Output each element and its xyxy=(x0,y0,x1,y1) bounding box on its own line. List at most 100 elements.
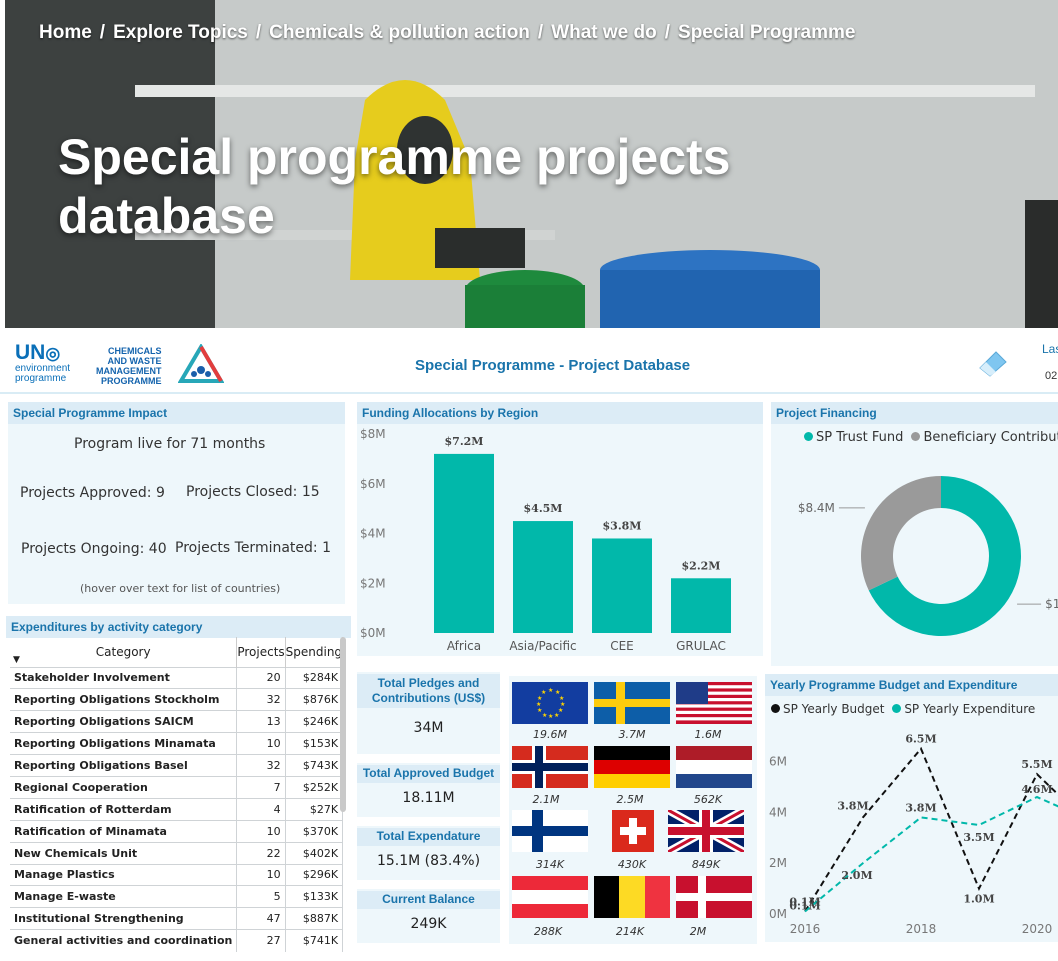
table-row[interactable]: Manage E-waste 5 $133K xyxy=(10,885,344,908)
denmark-flag[interactable] xyxy=(676,876,752,918)
table-row[interactable]: Reporting Obligations SAICM 13 $246K xyxy=(10,710,344,733)
cell-category: Reporting Obligations SAICM xyxy=(10,710,238,733)
sweden-flag[interactable] xyxy=(594,682,670,724)
flag-value: 2.1M xyxy=(532,793,560,806)
table-row[interactable]: Ratification of Minamata 10 $370K xyxy=(10,819,344,843)
table-row[interactable]: New Chemicals Unit 22 $402K xyxy=(10,841,344,865)
point-data-label: 0.1M xyxy=(789,899,820,912)
x-tick-label: 2018 xyxy=(906,922,937,936)
projects-ongoing-text[interactable]: Projects Ongoing: 40 xyxy=(21,541,167,557)
page-title: Special programme projects database xyxy=(58,129,731,244)
column-category[interactable]: Category ▼ xyxy=(10,637,238,667)
funding-bar-chart: $0M $2M $4M $6M $8M $7.2M Africa $4.5M Asia/Paci… xyxy=(360,427,731,653)
point-data-label: 2.0M xyxy=(841,869,872,882)
norway-flag[interactable] xyxy=(512,746,588,788)
cell-category: Regional Cooperation xyxy=(10,775,238,799)
table-row[interactable]: Reporting Obligations Minamata 10 $153K xyxy=(10,732,344,755)
breadcrumb-chemicals[interactable]: Chemicals & pollution action xyxy=(269,22,530,43)
projects-closed-text[interactable]: Projects Closed: 15 xyxy=(186,484,320,500)
yearly-panel: SP Yearly Budget SP Yearly Expenditure 0… xyxy=(765,696,1058,942)
un-environment-logo: UN◎ environment programme xyxy=(15,341,71,384)
donut-slice xyxy=(861,476,941,591)
expenditures-table: Category ▼ Projects Spending Stakeholder … xyxy=(10,637,344,952)
eu-flag[interactable]: ★ ★ ★ ★ ★ ★ ★ ★ ★ ★ ★ ★ xyxy=(512,682,588,724)
point-data-label: 5.5M xyxy=(1021,758,1052,771)
table-scrollbar[interactable] xyxy=(340,637,346,812)
hero-banner: Home / Explore Topics / Chemicals & pollutio… xyxy=(5,0,1058,328)
cell-spending: $284K xyxy=(285,666,344,689)
cell-spending: $27K xyxy=(285,797,344,821)
table-row[interactable]: Regional Cooperation 7 $252K xyxy=(10,775,344,799)
bar-data-label: $4.5M xyxy=(524,502,563,515)
netherlands-flag[interactable] xyxy=(676,746,752,788)
cwmp-triangle-icon xyxy=(178,344,224,383)
cell-projects: 10 xyxy=(236,732,286,755)
breadcrumb: Home / Explore Topics / Chemicals & pollutio… xyxy=(39,22,855,44)
austria-flag[interactable] xyxy=(512,876,588,918)
flag-value: 2.5M xyxy=(616,793,644,806)
expenditures-header: Expenditures by activity category xyxy=(6,616,351,638)
point-data-label: 1.0M xyxy=(963,893,994,906)
chemicals-waste-programme-logo: CHEMICALS AND WASTE MANAGEMENT PROGRAMME xyxy=(96,346,162,386)
svg-text:★: ★ xyxy=(548,713,553,720)
kpi-pledges-label: Total Pledges and Contributions (US$) xyxy=(357,674,500,708)
point-data-label: 4.6M xyxy=(1021,783,1052,796)
column-projects[interactable]: Projects xyxy=(236,637,286,667)
sort-desc-icon[interactable]: ▼ xyxy=(13,655,20,665)
funding-header: Funding Allocations by Region xyxy=(357,402,763,424)
cell-spending: $252K xyxy=(285,775,344,799)
y-tick-label: $4M xyxy=(360,527,386,541)
flag-value: 19.6M xyxy=(533,728,567,741)
table-row[interactable]: Reporting Obligations Stockholm 32 $876K xyxy=(10,688,344,711)
breadcrumb-separator: / xyxy=(537,22,544,43)
breadcrumb-explore-topics[interactable]: Explore Topics xyxy=(113,22,248,43)
y-tick-label: 2M xyxy=(769,856,787,870)
cell-spending: $876K xyxy=(285,688,344,711)
germany-flag[interactable] xyxy=(594,746,670,788)
y-tick-label: $6M xyxy=(360,477,386,491)
table-row[interactable]: Manage Plastics 10 $296K xyxy=(10,863,344,886)
flag-value: 430K xyxy=(617,858,647,871)
svg-text:★: ★ xyxy=(548,687,553,694)
y-tick-label: 4M xyxy=(769,805,787,819)
financing-header: Project Financing xyxy=(771,402,1058,424)
belgium-flag[interactable] xyxy=(594,876,670,918)
cell-projects: 47 xyxy=(236,907,286,930)
cell-category: Reporting Obligations Basel xyxy=(10,754,238,777)
bar xyxy=(592,538,652,633)
flag-value: 3.7M xyxy=(618,728,646,741)
dashboard: UN◎ environment programme CHEMICALS AND WA… xyxy=(0,332,1058,961)
cell-projects: 10 xyxy=(236,863,286,886)
last-updated-value: 02 xyxy=(1045,370,1058,382)
projects-terminated-text[interactable]: Projects Terminated: 1 xyxy=(175,540,331,556)
breadcrumb-home[interactable]: Home xyxy=(39,22,92,43)
uk-flag[interactable] xyxy=(668,810,744,852)
cell-projects: 5 xyxy=(236,885,286,908)
y-tick-label: $0M xyxy=(360,626,386,640)
breadcrumb-what-we-do[interactable]: What we do xyxy=(551,22,657,43)
table-row[interactable]: Reporting Obligations Basel 32 $743K xyxy=(10,754,344,777)
table-row[interactable]: Stakeholder Involvement 20 $284K xyxy=(10,666,344,689)
projects-approved-text[interactable]: Projects Approved: 9 xyxy=(20,485,165,501)
financing-panel: SP Trust Fund Beneficiary Contributio $1… xyxy=(771,424,1058,666)
y-tick-label: $8M xyxy=(360,427,386,441)
table-row[interactable]: General activities and coordination 27 $74… xyxy=(10,929,344,952)
usa-flag[interactable] xyxy=(676,682,752,724)
eraser-icon[interactable] xyxy=(976,348,1010,378)
cell-projects: 10 xyxy=(236,819,286,843)
column-spending[interactable]: Spending xyxy=(285,637,344,667)
breadcrumb-special-programme[interactable]: Special Programme xyxy=(678,22,855,43)
switzerland-flag[interactable] xyxy=(612,810,654,852)
breadcrumb-separator: / xyxy=(255,22,262,43)
bar xyxy=(434,453,494,633)
table-row[interactable]: Ratification of Rotterdam 4 $27K xyxy=(10,797,344,821)
series-line xyxy=(804,746,1058,912)
y-tick-label: 0M xyxy=(769,907,787,921)
cell-category: Institutional Strengthening xyxy=(10,907,238,930)
dashboard-title: Special Programme - Project Database xyxy=(415,357,691,374)
flag-value: 288K xyxy=(533,925,563,938)
cell-spending: $370K xyxy=(285,819,344,843)
table-row[interactable]: Institutional Strengthening 47 $887K xyxy=(10,907,344,930)
last-updated-label: Las xyxy=(1042,342,1058,356)
finland-flag[interactable] xyxy=(512,810,588,852)
